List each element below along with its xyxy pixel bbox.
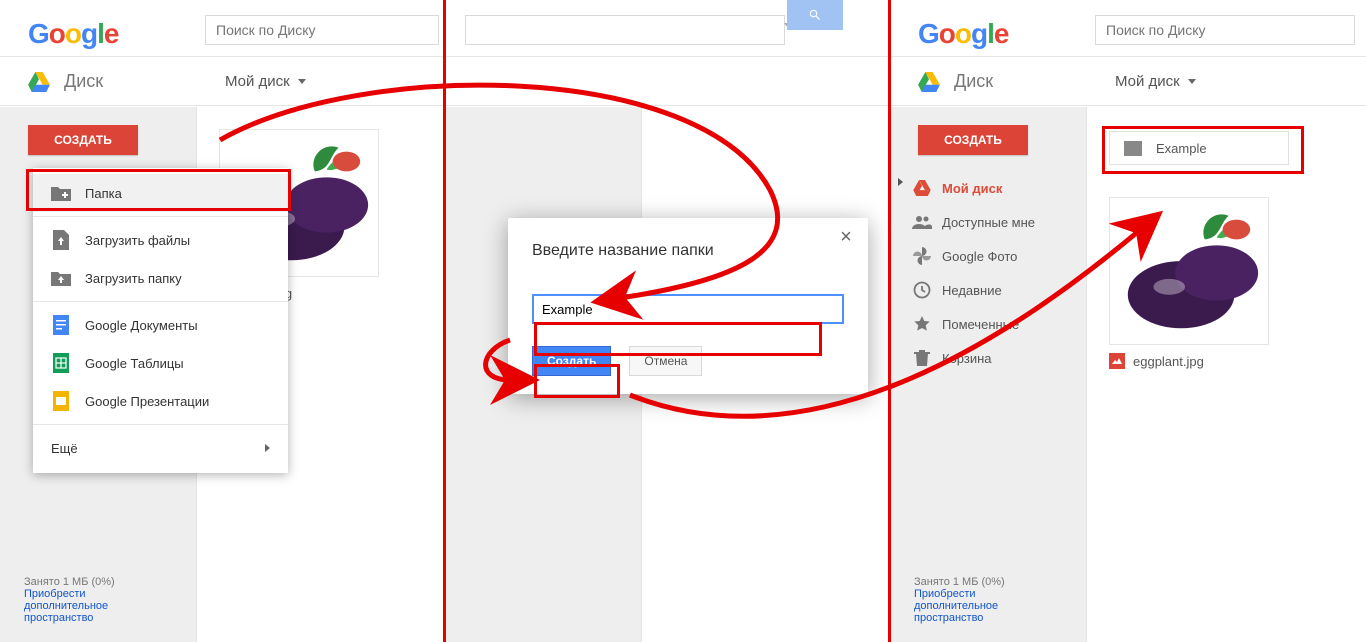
folder-item[interactable]: Example — [1109, 131, 1289, 165]
folder-name-input[interactable] — [532, 294, 844, 324]
google-slides-icon — [51, 391, 71, 411]
create-button[interactable]: СОЗДАТЬ — [918, 125, 1028, 155]
chevron-down-icon — [1188, 79, 1196, 84]
menu-item-folder[interactable]: Папка — [33, 174, 288, 212]
nav-starred[interactable]: Помеченные — [890, 307, 1086, 341]
nav-label: Недавние — [942, 283, 1002, 298]
nav-my-drive[interactable]: Мой диск — [890, 171, 1086, 205]
drive-label: Диск — [64, 71, 103, 92]
drive-label: Диск — [954, 71, 993, 92]
buy-storage-link[interactable]: Приобрести — [914, 588, 1005, 600]
breadcrumb[interactable]: Мой диск — [1115, 73, 1196, 90]
folder-icon — [1124, 141, 1142, 156]
menu-item-upload-folder[interactable]: Загрузить папку — [33, 259, 288, 297]
menu-item-label: Папка — [85, 186, 122, 201]
menu-item-label: Ещё — [51, 441, 78, 456]
dialog-close-button[interactable]: × — [836, 228, 856, 248]
google-photos-icon — [912, 246, 932, 266]
breadcrumb-label: Мой диск — [225, 73, 290, 90]
menu-item-label: Загрузить файлы — [85, 233, 190, 248]
search-icon — [808, 8, 822, 22]
menu-item-label: Google Презентации — [85, 394, 209, 409]
search-button[interactable] — [787, 0, 843, 30]
buy-storage-link[interactable]: дополнительное — [914, 600, 1005, 612]
drive-logo: Диск — [918, 71, 993, 92]
drive-logo: Диск — [28, 71, 103, 92]
menu-item-google-sheets[interactable]: Google Таблицы — [33, 344, 288, 382]
google-docs-icon — [51, 315, 71, 335]
buy-storage-link[interactable]: пространство — [914, 612, 1005, 624]
menu-item-upload-files[interactable]: Загрузить файлы — [33, 221, 288, 259]
google-logo: Google — [918, 18, 1008, 50]
menu-item-label: Google Документы — [85, 318, 198, 333]
storage-info: Занято 1 МБ (0%) Приобрести дополнительн… — [24, 576, 115, 624]
nav-photos[interactable]: Google Фото — [890, 239, 1086, 273]
clock-icon — [912, 280, 932, 300]
menu-item-label: Загрузить папку — [85, 271, 182, 286]
storage-info: Занято 1 МБ (0%) Приобрести дополнительн… — [914, 576, 1005, 624]
create-button[interactable]: СОЗДАТЬ — [28, 125, 138, 155]
buy-storage-link[interactable]: дополнительное — [24, 600, 115, 612]
nav-shared[interactable]: Доступные мне — [890, 205, 1086, 239]
folder-name-label: Example — [1156, 141, 1207, 156]
image-file-icon — [1109, 353, 1125, 369]
google-sheets-icon — [51, 353, 71, 373]
buy-storage-link[interactable]: Приобрести — [24, 588, 115, 600]
nav-label: Google Фото — [942, 249, 1017, 264]
breadcrumb-label: Мой диск — [1115, 73, 1180, 90]
annotation-divider — [443, 0, 446, 642]
menu-item-label: Google Таблицы — [85, 356, 184, 371]
drive-icon — [912, 178, 932, 198]
buy-storage-link[interactable]: пространство — [24, 612, 115, 624]
dialog-create-button[interactable]: Создать — [532, 346, 611, 376]
folder-upload-icon — [51, 268, 71, 288]
storage-used-label: Занято 1 МБ (0%) — [24, 576, 115, 588]
nav-label: Мой диск — [942, 181, 1002, 196]
storage-used-label: Занято 1 МБ (0%) — [914, 576, 1005, 588]
annotation-divider — [888, 0, 891, 642]
chevron-right-icon — [265, 444, 270, 452]
menu-item-more[interactable]: Ещё — [33, 429, 288, 467]
dialog-title: Введите название папки — [532, 242, 844, 260]
trash-icon — [912, 348, 932, 368]
nav-label: Доступные мне — [942, 215, 1035, 230]
chevron-down-icon — [298, 79, 306, 84]
new-folder-dialog: × Введите название папки Создать Отмена — [508, 218, 868, 394]
folder-plus-icon — [51, 183, 71, 203]
expand-icon — [898, 178, 903, 186]
nav-recent[interactable]: Недавние — [890, 273, 1086, 307]
file-name-label: eggplant.jpg — [1133, 354, 1204, 369]
dialog-cancel-button[interactable]: Отмена — [629, 346, 702, 376]
nav-label: Корзина — [942, 351, 992, 366]
breadcrumb[interactable]: Мой диск — [225, 73, 306, 90]
star-icon — [912, 314, 932, 334]
nav-trash[interactable]: Корзина — [890, 341, 1086, 375]
menu-item-google-slides[interactable]: Google Презентации — [33, 382, 288, 420]
people-icon — [912, 212, 932, 232]
menu-item-google-docs[interactable]: Google Документы — [33, 306, 288, 344]
search-input[interactable] — [205, 15, 439, 45]
file-upload-icon — [51, 230, 71, 250]
create-menu: Папка Загрузить файлы Загрузить папку — [33, 168, 288, 473]
nav-label: Помеченные — [942, 317, 1019, 332]
search-input[interactable] — [1095, 15, 1355, 45]
file-thumbnail[interactable] — [1109, 197, 1269, 345]
search-input[interactable] — [465, 15, 785, 45]
google-logo: Google — [28, 18, 118, 50]
